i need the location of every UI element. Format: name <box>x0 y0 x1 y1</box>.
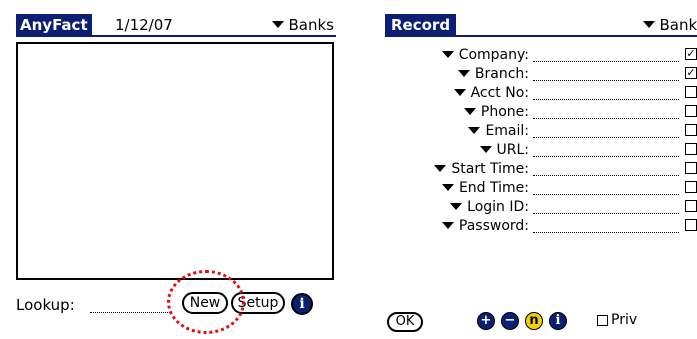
list-view-screen: AnyFact 1/12/07 Banks Lookup: New Setup … <box>0 0 340 339</box>
field-label-text: Company: <box>458 47 529 63</box>
field-label-text: URL: <box>496 142 530 158</box>
field-value-input[interactable] <box>533 99 679 100</box>
dropdown-triangle-icon <box>479 145 492 153</box>
ok-button[interactable]: OK <box>387 312 423 332</box>
field-visible-checkbox[interactable] <box>685 143 697 155</box>
lookup-label: Lookup: <box>16 296 75 314</box>
dropdown-triangle-icon <box>463 107 476 115</box>
field-label-dropdown[interactable]: Phone: <box>463 103 529 121</box>
dropdown-triangle-icon <box>441 183 454 191</box>
field-visible-checkbox[interactable] <box>685 219 697 231</box>
field-label-dropdown[interactable]: URL: <box>479 141 530 159</box>
highlight-circle <box>167 270 245 334</box>
field-label-dropdown[interactable]: End Time: <box>441 179 529 197</box>
category-label: Banks <box>659 16 697 34</box>
field-label-text: Branch: <box>474 66 529 82</box>
record-title[interactable]: Record <box>385 14 457 36</box>
field-label-dropdown[interactable]: Acct No: <box>453 84 529 102</box>
info-icon[interactable]: i <box>291 293 313 315</box>
field-label-dropdown[interactable]: Start Time: <box>434 160 529 178</box>
field-visible-checkbox[interactable] <box>685 181 697 193</box>
field-row: Phone: <box>385 103 697 121</box>
info-icon[interactable]: i <box>549 312 567 330</box>
field-row: End Time: <box>385 179 697 197</box>
field-value-input[interactable] <box>533 61 679 62</box>
dropdown-triangle-icon <box>642 21 655 28</box>
record-edit-screen: Record Banks Company: ✓ Branch: ✓ Acct No: Ph… <box>385 0 697 339</box>
field-visible-checkbox[interactable] <box>685 105 697 117</box>
field-row: Email: <box>385 122 697 140</box>
dropdown-triangle-icon <box>271 21 284 28</box>
date-label: 1/12/07 <box>115 16 173 34</box>
field-label-dropdown[interactable]: Branch: <box>457 65 529 83</box>
field-visible-checkbox[interactable] <box>685 162 697 174</box>
field-label-text: Login ID: <box>467 199 529 215</box>
lookup-input[interactable] <box>90 312 170 313</box>
field-value-input[interactable] <box>533 213 679 214</box>
remove-field-icon[interactable]: − <box>501 312 519 330</box>
field-label-text: Phone: <box>480 104 529 120</box>
field-label-text: Start Time: <box>451 161 529 177</box>
dropdown-triangle-icon <box>468 126 481 134</box>
field-row: Password: <box>385 217 697 235</box>
note-icon[interactable]: n <box>525 312 543 330</box>
field-label-dropdown[interactable]: Email: <box>468 122 529 140</box>
record-list[interactable] <box>16 42 334 280</box>
dropdown-triangle-icon <box>457 69 470 77</box>
field-label-dropdown[interactable]: Login ID: <box>450 198 529 216</box>
field-value-input[interactable] <box>533 80 679 81</box>
field-row: URL: <box>385 141 697 159</box>
field-label-text: Password: <box>458 218 529 234</box>
field-row: Acct No: <box>385 84 697 102</box>
list-titlebar: AnyFact 1/12/07 Banks <box>16 14 336 37</box>
field-label-dropdown[interactable]: Company: <box>441 46 529 64</box>
category-dropdown[interactable]: Banks <box>271 14 335 36</box>
field-value-input[interactable] <box>533 156 679 157</box>
field-value-input[interactable] <box>533 118 679 119</box>
dropdown-triangle-icon <box>441 221 454 229</box>
field-visible-checkbox[interactable]: ✓ <box>685 67 697 79</box>
app-title[interactable]: AnyFact <box>16 14 92 36</box>
field-row: Company: ✓ <box>385 46 697 64</box>
dropdown-triangle-icon <box>453 88 466 96</box>
field-value-input[interactable] <box>533 232 679 233</box>
add-field-icon[interactable]: + <box>477 312 495 330</box>
field-row: Login ID: <box>385 198 697 216</box>
field-label-text: Email: <box>485 123 529 139</box>
dropdown-triangle-icon <box>434 164 447 172</box>
dropdown-triangle-icon <box>450 202 463 210</box>
private-checkbox[interactable] <box>597 315 608 326</box>
category-label: Banks <box>288 16 335 34</box>
field-value-input[interactable] <box>533 194 679 195</box>
private-label: Priv <box>611 312 638 328</box>
field-value-input[interactable] <box>533 137 679 138</box>
field-visible-checkbox[interactable]: ✓ <box>685 48 697 60</box>
field-value-input[interactable] <box>533 175 679 176</box>
category-dropdown[interactable]: Banks <box>642 14 697 36</box>
field-label-dropdown[interactable]: Password: <box>441 217 529 235</box>
field-label-text: Acct No: <box>470 85 529 101</box>
field-row: Branch: ✓ <box>385 65 697 83</box>
field-visible-checkbox[interactable] <box>685 200 697 212</box>
field-label-text: End Time: <box>458 180 529 196</box>
dropdown-triangle-icon <box>441 50 454 58</box>
field-row: Start Time: <box>385 160 697 178</box>
field-visible-checkbox[interactable] <box>685 86 697 98</box>
field-visible-checkbox[interactable] <box>685 124 697 136</box>
record-titlebar: Record Banks <box>385 14 697 37</box>
